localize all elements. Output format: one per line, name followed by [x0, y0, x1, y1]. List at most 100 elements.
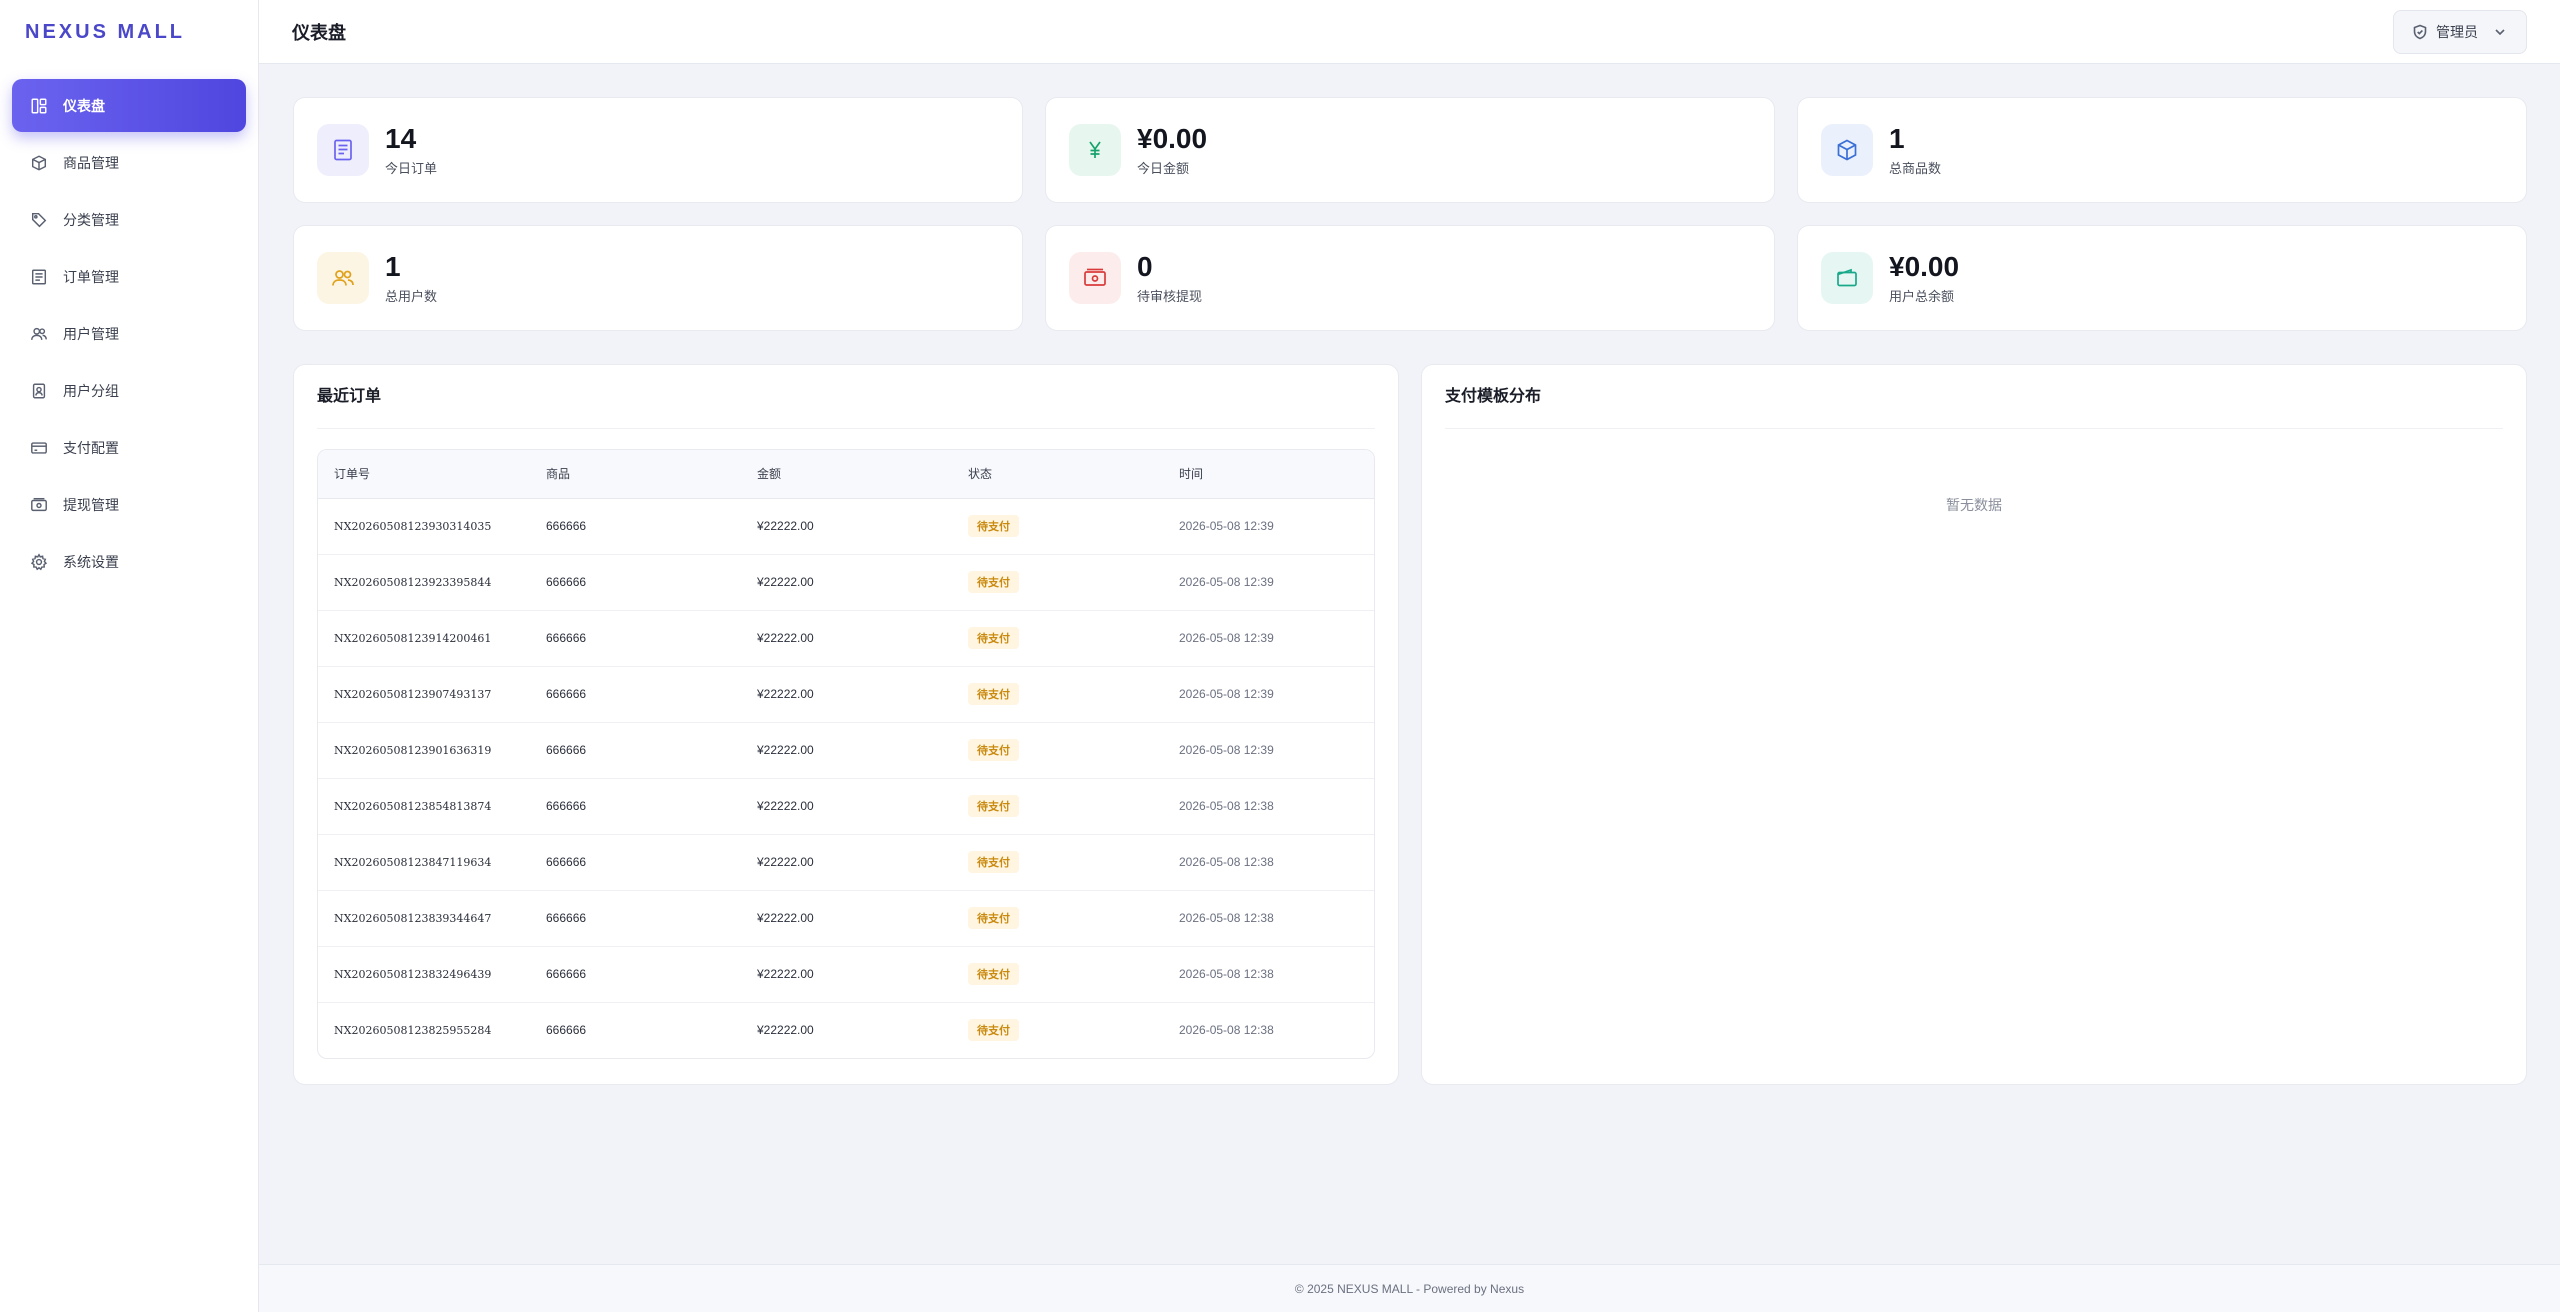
stat-label: 今日金额	[1137, 161, 1190, 176]
table-row[interactable]: NX20260508123825955284 666666 ¥22222.00 …	[318, 1002, 1374, 1058]
cash-icon	[1069, 252, 1121, 304]
main-content: 14 今日订单 ¥0.00 今日金额 1 总商品数 1 总用户数 0 待审核提现…	[293, 97, 2527, 1085]
sidebar-item-label: 支付配置	[63, 439, 119, 456]
status-badge: 待支付	[968, 683, 1019, 705]
credit-card-icon	[29, 438, 49, 458]
table-row[interactable]: NX20260508123923395844 666666 ¥22222.00 …	[318, 554, 1374, 610]
sidebar-item-label: 分类管理	[63, 211, 119, 228]
tag-icon	[29, 210, 49, 230]
stat-value: 1	[385, 251, 401, 282]
stat-card-today-amount: ¥0.00 今日金额	[1045, 97, 1775, 203]
order-list-icon	[29, 267, 49, 287]
order-id: NX20260508123907493137	[334, 687, 492, 701]
order-id: NX20260508123854813874	[334, 799, 492, 813]
order-product: 666666	[546, 519, 587, 533]
sidebar-item-label: 商品管理	[63, 154, 119, 171]
order-amount: ¥22222.00	[757, 631, 814, 645]
sidebar: NEXUS MALL 仪表盘 商品管理 分类管理 订单管理 用户管理 用户分组 …	[0, 0, 259, 1312]
admin-menu-button[interactable]: 管理员	[2393, 9, 2527, 54]
sidebar-item-withdrawals[interactable]: 提现管理	[12, 478, 246, 531]
order-time: 2026-05-08 12:38	[1179, 911, 1274, 925]
wallet-icon	[1821, 252, 1873, 304]
order-amount: ¥22222.00	[757, 743, 814, 757]
sidebar-item-categories[interactable]: 分类管理	[12, 193, 246, 246]
panel-title: 最近订单	[317, 387, 1375, 429]
column-header: 商品	[530, 450, 741, 499]
panel-title: 支付模板分布	[1445, 387, 2503, 429]
status-badge: 待支付	[968, 515, 1019, 537]
sidebar-item-products[interactable]: 商品管理	[12, 136, 246, 189]
stat-label: 待审核提现	[1137, 289, 1203, 304]
status-badge: 待支付	[968, 627, 1019, 649]
table-row[interactable]: NX20260508123914200461 666666 ¥22222.00 …	[318, 610, 1374, 666]
order-amount: ¥22222.00	[757, 967, 814, 981]
order-time: 2026-05-08 12:39	[1179, 575, 1274, 589]
sidebar-item-label: 系统设置	[63, 553, 119, 570]
table-row[interactable]: NX20260508123930314035 666666 ¥22222.00 …	[318, 498, 1374, 554]
shield-icon	[2412, 24, 2428, 40]
order-amount: ¥22222.00	[757, 575, 814, 589]
stat-label: 用户总余额	[1889, 289, 1955, 304]
column-header: 状态	[952, 450, 1163, 499]
sidebar-item-settings[interactable]: 系统设置	[12, 535, 246, 588]
sidebar-item-label: 仪表盘	[63, 97, 105, 114]
order-product: 666666	[546, 799, 587, 813]
order-id: NX20260508123832496439	[334, 967, 492, 981]
brand-logo[interactable]: NEXUS MALL	[0, 0, 258, 64]
sidebar-item-orders[interactable]: 订单管理	[12, 250, 246, 303]
order-product: 666666	[546, 855, 587, 869]
sidebar-item-users[interactable]: 用户管理	[12, 307, 246, 360]
order-id: NX20260508123825955284	[334, 1023, 492, 1037]
table-row[interactable]: NX20260508123854813874 666666 ¥22222.00 …	[318, 778, 1374, 834]
panels-row: 最近订单 订单号 商品 金额 状态 时间 NX20260508123930314…	[293, 364, 2527, 1085]
order-time: 2026-05-08 12:39	[1179, 743, 1274, 757]
cash-icon	[29, 495, 49, 515]
stat-value: 1	[1889, 123, 1905, 154]
stat-card-pending-withdrawals: 0 待审核提现	[1045, 225, 1775, 331]
stat-label: 总用户数	[385, 289, 438, 304]
cube-icon	[29, 153, 49, 173]
order-product: 666666	[546, 967, 587, 981]
column-header: 时间	[1163, 450, 1374, 499]
status-badge: 待支付	[968, 795, 1019, 817]
column-header: 金额	[741, 450, 952, 499]
order-amount: ¥22222.00	[757, 799, 814, 813]
table-row[interactable]: NX20260508123901636319 666666 ¥22222.00 …	[318, 722, 1374, 778]
payment-distribution-panel: 支付模板分布 暂无数据	[1421, 364, 2527, 1085]
order-product: 666666	[546, 1023, 587, 1038]
table-row[interactable]: NX20260508123839344647 666666 ¥22222.00 …	[318, 890, 1374, 946]
page-title: 仪表盘	[292, 22, 346, 43]
table-row[interactable]: NX20260508123832496439 666666 ¥22222.00 …	[318, 946, 1374, 1002]
status-badge: 待支付	[968, 571, 1019, 593]
sidebar-item-user-groups[interactable]: 用户分组	[12, 364, 246, 417]
sidebar-item-label: 提现管理	[63, 496, 119, 513]
order-time: 2026-05-08 12:38	[1179, 1023, 1274, 1038]
stat-value: 0	[1137, 251, 1153, 282]
admin-label: 管理员	[2436, 23, 2478, 40]
order-product: 666666	[546, 631, 587, 645]
sidebar-item-label: 订单管理	[63, 268, 119, 285]
order-id: NX20260508123839344647	[334, 911, 492, 925]
stats-grid: 14 今日订单 ¥0.00 今日金额 1 总商品数 1 总用户数 0 待审核提现…	[293, 97, 2527, 331]
orders-table: 订单号 商品 金额 状态 时间 NX20260508123930314035 6…	[317, 449, 1375, 1059]
order-id: NX20260508123923395844	[334, 575, 492, 589]
stat-value: ¥0.00	[1889, 251, 1960, 282]
order-amount: ¥22222.00	[757, 1023, 814, 1038]
table-row[interactable]: NX20260508123907493137 666666 ¥22222.00 …	[318, 666, 1374, 722]
sidebar-item-payment-config[interactable]: 支付配置	[12, 421, 246, 474]
cube-icon	[1821, 124, 1873, 176]
order-product: 666666	[546, 743, 587, 757]
table-header-row: 订单号 商品 金额 状态 时间	[318, 450, 1374, 499]
stat-card-total-users: 1 总用户数	[293, 225, 1023, 331]
order-amount: ¥22222.00	[757, 687, 814, 701]
footer: © 2025 NEXUS MALL - Powered by Nexus	[259, 1264, 2560, 1312]
sidebar-item-dashboard[interactable]: 仪表盘	[12, 79, 246, 132]
status-badge: 待支付	[968, 963, 1019, 985]
sidebar-item-label: 用户管理	[63, 325, 119, 342]
top-header: 仪表盘 管理员	[259, 0, 2560, 64]
recent-orders-panel: 最近订单 订单号 商品 金额 状态 时间 NX20260508123930314…	[293, 364, 1399, 1085]
table-row[interactable]: NX20260508123847119634 666666 ¥22222.00 …	[318, 834, 1374, 890]
user-group-icon	[29, 381, 49, 401]
status-badge: 待支付	[968, 851, 1019, 873]
order-amount: ¥22222.00	[757, 911, 814, 925]
